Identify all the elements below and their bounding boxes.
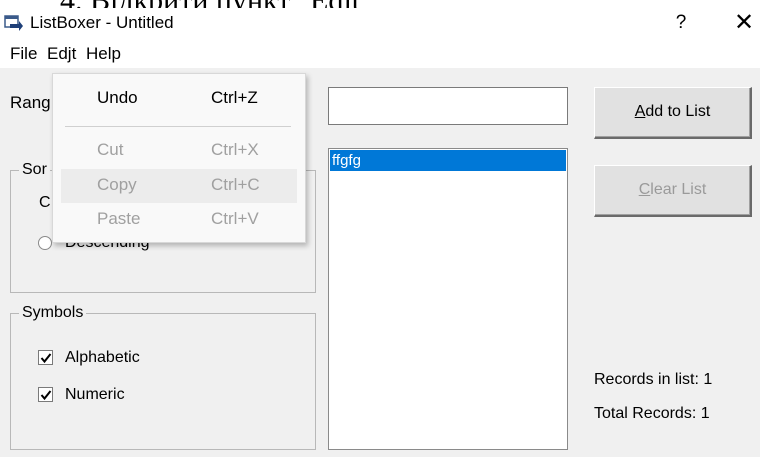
range-label: Rang [10,93,51,112]
menu-help[interactable]: Help [82,40,125,68]
paste-shortcut: Ctrl+V [211,209,259,228]
alphabetic-label: Alphabetic [65,349,140,366]
menu-separator [65,126,291,127]
add-button-hotkey: A [634,103,646,120]
menu-bar: File Edjt Help [0,40,760,68]
records-listbox[interactable]: ffgfg [328,148,568,450]
numeric-label: Numeric [65,386,125,403]
clear-list-button[interactable]: Clear List [594,165,752,217]
clear-button-label: lear List [650,181,707,198]
copy-shortcut: Ctrl+C [211,175,260,194]
checkmark-icon [40,390,52,401]
undo-label: Undo [97,88,138,107]
add-button-label: dd to List [645,103,711,120]
symbols-groupbox: Symbols Alphabetic Numeric [10,303,316,450]
menu-file[interactable]: File [6,40,41,68]
window-title: ListBoxer - Untitled [30,13,174,32]
descending-radio[interactable] [38,236,52,250]
menu-item-paste[interactable]: Paste Ctrl+V [61,203,297,237]
copy-label: Copy [97,175,137,194]
records-in-list-status: Records in list: 1 [594,371,713,388]
paste-label: Paste [97,209,141,228]
title-bar[interactable]: ListBoxer - Untitled ? ✕ [0,8,760,40]
close-button[interactable]: ✕ [728,10,760,36]
menu-item-undo[interactable]: Undo Ctrl+Z [61,82,297,116]
help-button[interactable]: ? [666,10,696,36]
list-item[interactable]: ffgfg [330,150,566,171]
add-to-list-button[interactable]: Add to List [594,87,752,139]
edit-menu-dropdown: Undo Ctrl+Z Cut Ctrl+X Copy Ctrl+C Paste… [52,73,306,243]
app-window: ListBoxer - Untitled ? ✕ File Edjt Help … [0,8,760,457]
checkmark-icon [40,353,52,364]
menu-edit[interactable]: Edjt [43,40,81,68]
sort-group-title: Sor [19,160,50,180]
app-icon [4,15,23,31]
symbols-group-title: Symbols [19,303,87,323]
alphabetic-checkbox[interactable] [38,350,53,365]
menu-edit-text-end: t [71,44,77,63]
clear-button-hotkey: C [638,181,651,198]
ascending-radio-letter: C [39,194,51,211]
menu-item-copy[interactable]: Copy Ctrl+C [61,169,297,203]
undo-shortcut: Ctrl+Z [211,88,258,107]
record-input[interactable] [328,87,568,125]
cut-shortcut: Ctrl+X [211,140,259,159]
menu-item-cut[interactable]: Cut Ctrl+X [61,134,297,168]
cut-label: Cut [97,140,124,159]
menu-edit-text: Ed [47,44,68,63]
numeric-checkbox[interactable] [38,387,53,402]
total-records-status: Total Records: 1 [594,405,710,422]
